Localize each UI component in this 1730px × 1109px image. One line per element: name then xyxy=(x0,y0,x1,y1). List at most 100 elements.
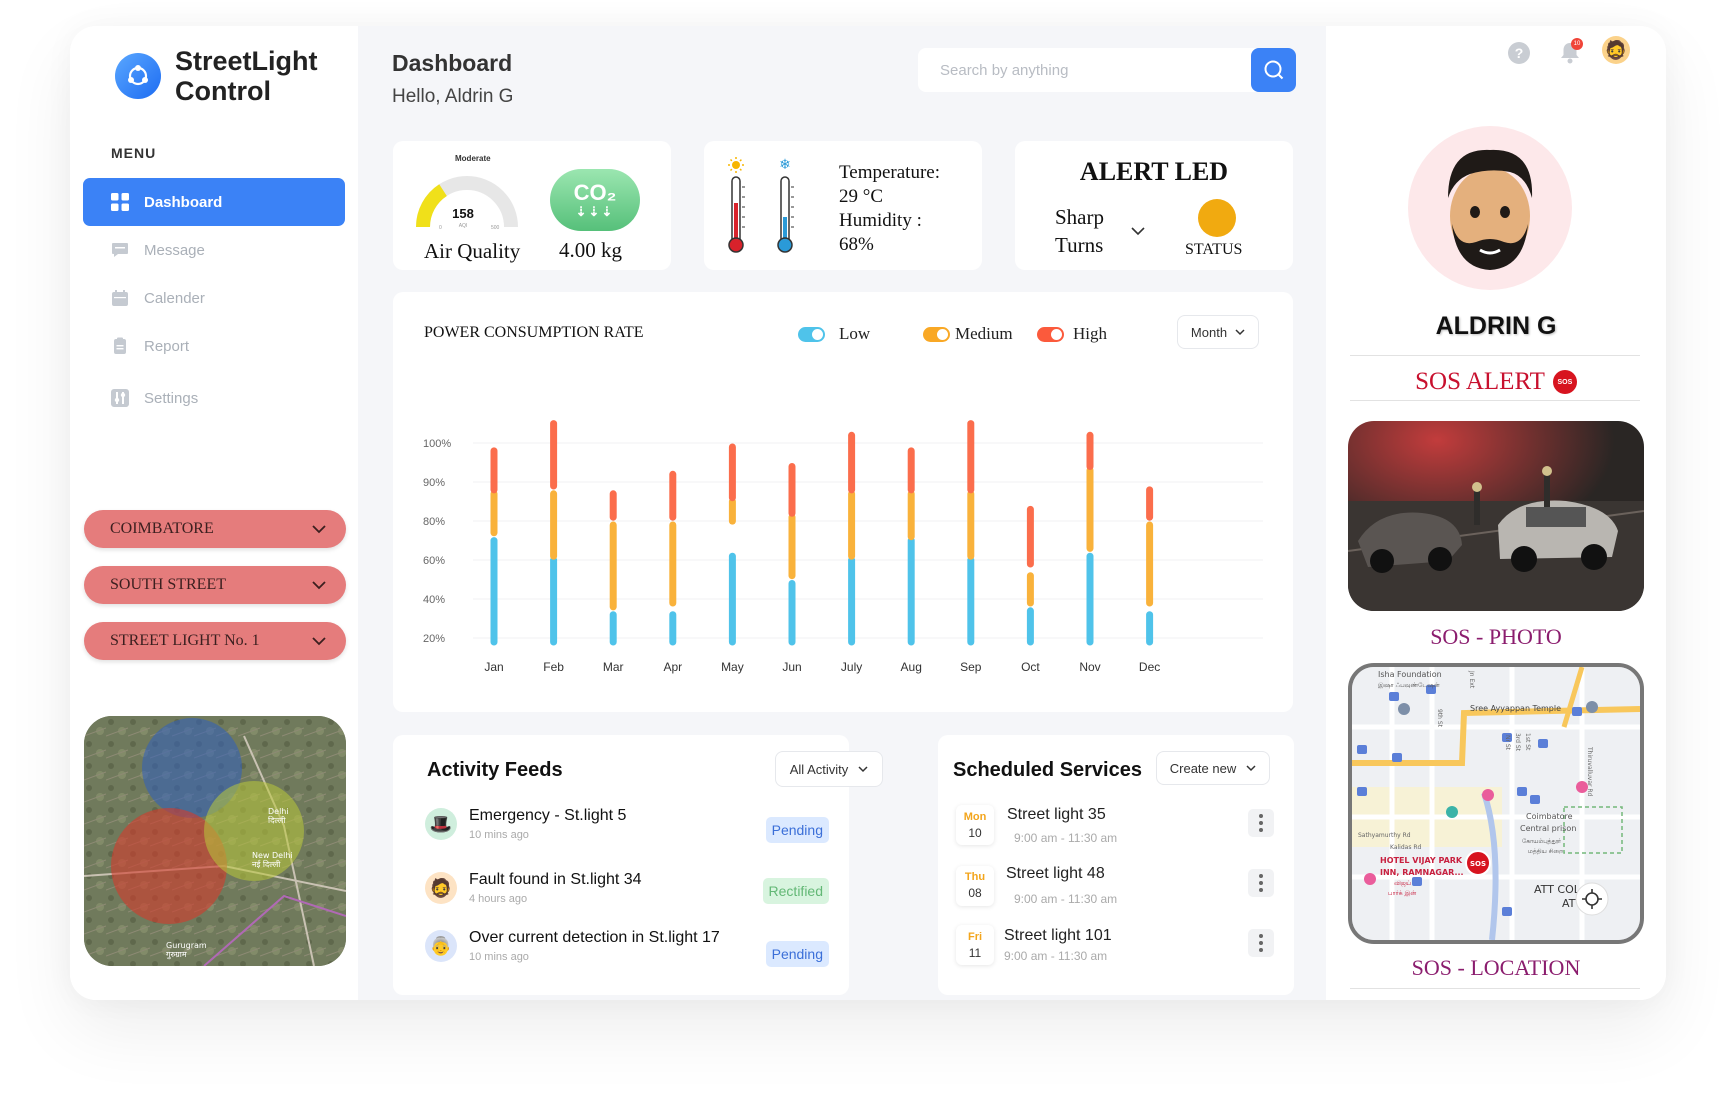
air-quality-card: Moderate 158 AQI 0 500 Air Quality CO₂ ⇣… xyxy=(393,141,671,270)
sos-photo[interactable] xyxy=(1348,421,1644,611)
list-item[interactable]: 👵 Over current detection in St.light 17 1… xyxy=(425,929,720,963)
locate-me-icon[interactable] xyxy=(1575,882,1609,916)
temperature-value: 29 °C xyxy=(839,186,884,207)
grid-icon xyxy=(110,192,130,212)
chevron-down-icon[interactable] xyxy=(1131,227,1145,236)
nav-dashboard[interactable]: Dashboard xyxy=(83,178,345,226)
power-chart: 100% 90% 80% 60% 40% 20% Jan Feb Mar Apr May Jun Jul… xyxy=(423,420,1263,674)
map-label: दिल्ली xyxy=(268,815,286,825)
light-select-value: STREET LIGHT No. 1 xyxy=(110,632,260,649)
more-options-icon[interactable] xyxy=(1248,869,1274,897)
activity-feed-card: Activity Feeds All Activity 🎩 Emergency … xyxy=(393,735,883,995)
date-chip: Fri 11 xyxy=(956,925,994,965)
brand-name: StreetLight Control xyxy=(175,46,318,106)
air-quality-label: Air Quality xyxy=(424,239,521,263)
brand-mark-icon xyxy=(115,53,161,99)
aqi-max: 500 xyxy=(491,225,500,231)
list-item[interactable]: 🎩 Emergency - St.light 5 10 mins ago xyxy=(425,807,626,841)
map-label: Sathyamurthy Rd xyxy=(1358,832,1411,839)
sos-alert-heading: SOS ALERT SOS xyxy=(1326,368,1666,396)
chevron-down-icon xyxy=(1246,764,1256,771)
profile-avatar-icon xyxy=(1448,149,1533,270)
settings-icon xyxy=(110,388,130,408)
alert-mode[interactable]: Sharp Turns xyxy=(1055,203,1104,259)
status-badge: Rectified xyxy=(762,878,829,904)
map-label: இஷா ஃபவுண்டேஷன் xyxy=(1378,682,1440,689)
more-options-icon[interactable] xyxy=(1248,809,1274,837)
nav-label: Report xyxy=(144,337,190,355)
map-label: INN, RAMNAGAR... xyxy=(1380,868,1464,877)
map-label: Isha Foundation xyxy=(1378,670,1442,679)
map-label: Nr St xyxy=(1504,735,1511,751)
chevron-down-icon xyxy=(312,636,326,645)
map-label: Delhi xyxy=(268,807,289,816)
y-tick-label: 60% xyxy=(423,555,445,567)
x-tick-label: July xyxy=(841,660,862,674)
search-icon xyxy=(1264,60,1283,80)
list-item[interactable]: 🧔 Fault found in St.light 34 4 hours ago xyxy=(425,871,642,905)
city-select-value: COIMBATORE xyxy=(110,520,214,537)
avatar[interactable]: 🧔 xyxy=(1602,36,1630,64)
light-select[interactable]: STREET LIGHT No. 1 xyxy=(84,622,346,660)
search-box xyxy=(918,48,1296,92)
nav-calendar[interactable]: Calender xyxy=(83,274,345,322)
list-item[interactable]: Thu 08 Street light 48 9:00 am - 11:30 am xyxy=(956,865,1117,906)
sos-marker-icon[interactable]: SOS xyxy=(1465,850,1491,876)
nav-label: Settings xyxy=(144,389,199,407)
nav-message[interactable]: Message xyxy=(83,226,345,274)
x-tick-label: Nov xyxy=(1079,660,1100,674)
list-item[interactable]: Mon 10 Street light 35 9:00 am - 11:30 am xyxy=(956,805,1117,845)
map-label: 9th St xyxy=(1436,709,1443,728)
map-label: மத்திய சிறை xyxy=(1528,848,1563,855)
map-label: 1st St xyxy=(1524,733,1531,751)
map-label: 3rd St xyxy=(1514,733,1521,752)
more-options-icon[interactable] xyxy=(1248,929,1274,957)
chevron-down-icon xyxy=(312,524,326,533)
street-select-value: SOUTH STREET xyxy=(110,576,226,593)
nav-label: Dashboard xyxy=(144,193,223,211)
y-tick-label: 20% xyxy=(423,633,445,645)
brand-logo[interactable]: StreetLight Control xyxy=(115,46,318,106)
create-new-dropdown[interactable]: Create new xyxy=(1156,751,1270,785)
chevron-down-icon xyxy=(858,765,868,772)
date-chip: Thu 08 xyxy=(956,865,994,906)
help-icon[interactable]: ? xyxy=(1508,42,1530,64)
right-panel: ? 10 🧔 ALDRIN G SOS ALERT SOS SOS - PHOT… xyxy=(1326,26,1666,1000)
map-label: Coimbatore xyxy=(1526,812,1573,821)
calendar-icon xyxy=(110,288,130,308)
date-chip: Mon 10 xyxy=(956,805,994,845)
activity-filter-dropdown[interactable]: All Activity xyxy=(775,751,883,787)
temperature-label: Temperature: xyxy=(839,162,941,183)
activity-title: Activity Feeds xyxy=(427,759,563,781)
menu-heading: MENU xyxy=(111,145,157,161)
x-tick-label: Dec xyxy=(1139,660,1160,674)
search-input[interactable] xyxy=(918,48,1251,92)
search-button[interactable] xyxy=(1251,48,1296,92)
avatar: 🧔 xyxy=(425,872,457,904)
bell-icon[interactable]: 10 xyxy=(1558,38,1583,71)
co2-value: 4.00 kg xyxy=(559,238,622,262)
street-select[interactable]: SOUTH STREET xyxy=(84,566,346,604)
profile-avatar xyxy=(1408,126,1572,290)
status-badge: Pending xyxy=(765,817,829,843)
divider xyxy=(1350,400,1640,401)
svg-text:SOS: SOS xyxy=(1470,860,1486,868)
nav-report[interactable]: Report xyxy=(83,322,345,370)
aqi-level: Moderate xyxy=(455,154,491,163)
sos-location-label: SOS - LOCATION xyxy=(1411,955,1581,980)
sos-location-map[interactable]: Isha Foundation இஷா ஃபவுண்டேஷன் Sree Ayy… xyxy=(1348,663,1644,944)
co2-icon: CO₂ ⇣⇣⇣ xyxy=(550,169,640,231)
status-label: STATUS xyxy=(1185,241,1243,258)
report-icon xyxy=(110,336,130,356)
nav-label: Calender xyxy=(144,289,205,307)
map-label: விஜய் xyxy=(1394,880,1411,887)
sos-photo-label: SOS - PHOTO xyxy=(1430,624,1562,649)
x-tick-label: Jan xyxy=(484,660,503,674)
map-label: பார்க் இன் xyxy=(1388,890,1416,897)
map-label: Gurugram xyxy=(166,941,207,950)
zone-map[interactable]: Delhi दिल्ली New Delhi नई दिल्ली Gurugra… xyxy=(84,716,346,966)
city-select[interactable]: COIMBATORE xyxy=(84,510,346,548)
greeting: Hello, Aldrin G xyxy=(392,86,514,107)
list-item[interactable]: Fri 11 Street light 101 9:00 am - 11:30 am xyxy=(956,925,1112,965)
nav-settings[interactable]: Settings xyxy=(83,374,345,422)
